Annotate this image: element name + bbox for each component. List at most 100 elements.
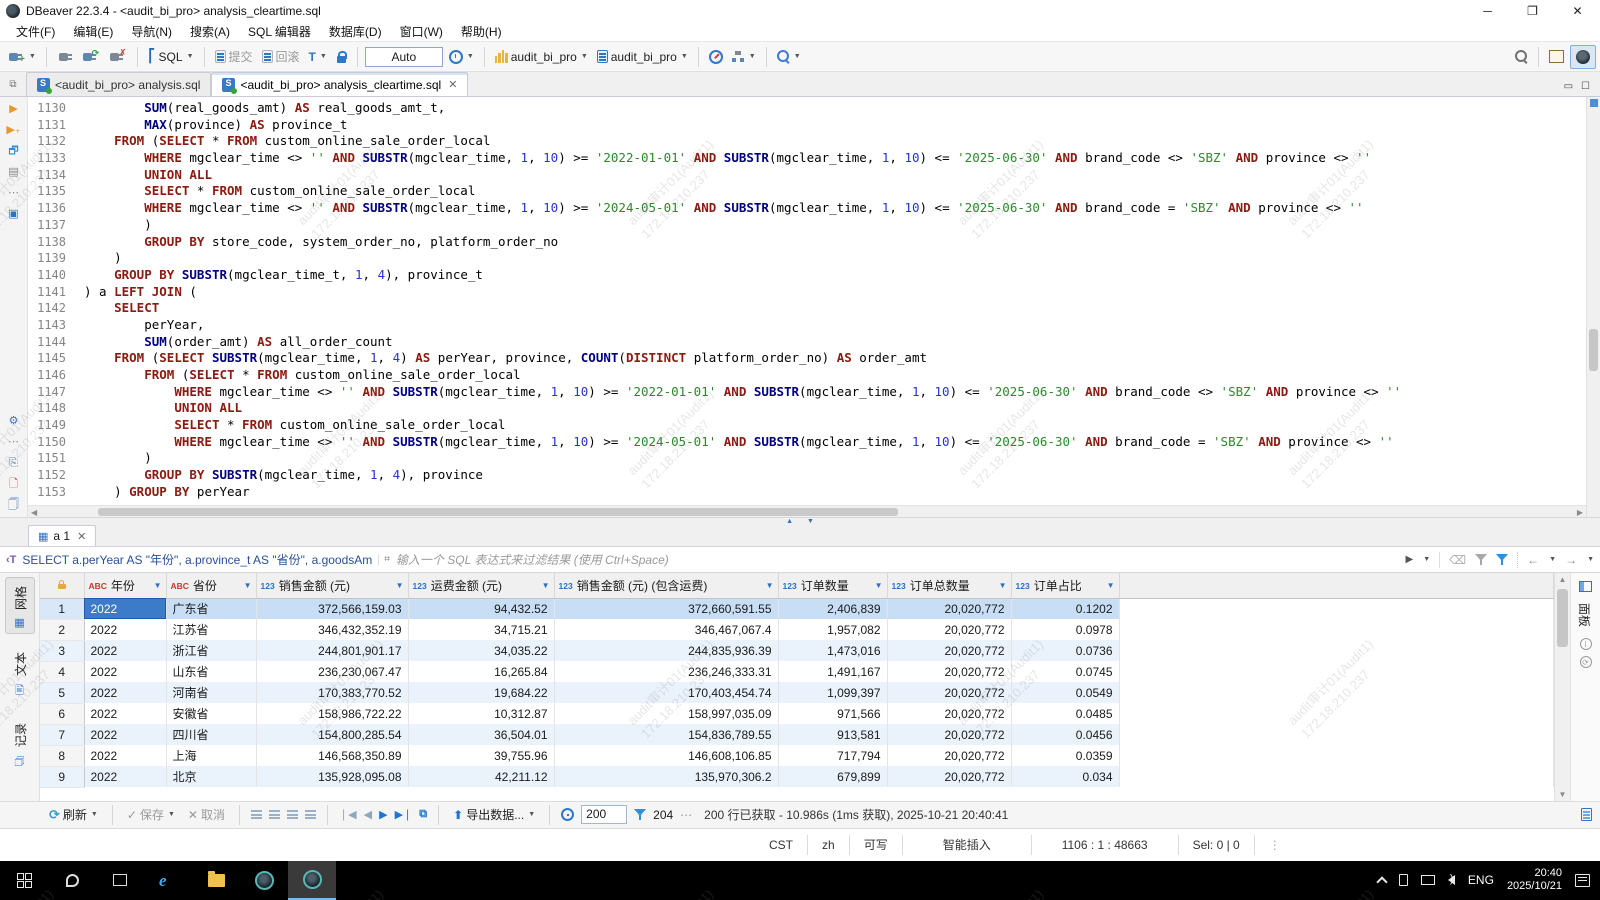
- code-line[interactable]: 1136 WHERE mgclear_time <> '' AND SUBSTR…: [28, 200, 1586, 217]
- fetch-all-button[interactable]: ⧉: [419, 808, 427, 821]
- table-cell[interactable]: 2,406,839: [778, 598, 887, 619]
- table-cell[interactable]: 0.0485: [1011, 703, 1119, 724]
- column-filter-icon[interactable]: ▼: [766, 581, 774, 590]
- column-header[interactable]: 123销售金额 (元)▼: [256, 573, 408, 598]
- table-cell[interactable]: 山东省: [166, 661, 256, 682]
- table-cell[interactable]: 0.034: [1011, 766, 1119, 787]
- duplicate-row-icon[interactable]: [269, 810, 280, 819]
- panel-tab-label[interactable]: 面板: [1568, 603, 1600, 627]
- table-cell[interactable]: 10,312.87: [408, 703, 554, 724]
- presentation-tab-grid[interactable]: 网格▦: [5, 577, 35, 634]
- data-grid[interactable]: ABC年份▼ABC省份▼123销售金额 (元)▼123运费金额 (元)▼123销…: [40, 573, 1554, 801]
- dashboard-button[interactable]: [706, 48, 726, 66]
- caret-position[interactable]: 1106 : 1 : 48663: [1031, 835, 1178, 855]
- maximize-editor-icon[interactable]: ☐: [1581, 81, 1590, 92]
- table-cell[interactable]: 170,383,770.52: [256, 682, 408, 703]
- disconnect-button[interactable]: ✗: [105, 49, 129, 65]
- add-row-icon[interactable]: [251, 810, 262, 819]
- commit-button[interactable]: 提交: [212, 46, 256, 67]
- table-cell[interactable]: 42,211.12: [408, 766, 554, 787]
- tab-analysis-cleartime-sql[interactable]: <audit_bi_pro> analysis_cleartime.sql ✕: [211, 72, 468, 96]
- table-cell[interactable]: 20,020,772: [887, 619, 1011, 640]
- connect-button[interactable]: [54, 49, 75, 65]
- table-cell[interactable]: 0.0456: [1011, 724, 1119, 745]
- results-tab-a1[interactable]: ▦ a 1 ✕: [28, 525, 96, 546]
- scroll-left-icon[interactable]: ◀: [31, 508, 37, 517]
- console-icon[interactable]: ▣: [8, 208, 18, 220]
- volume-tray-icon[interactable]: [1448, 875, 1455, 885]
- transaction-log-button[interactable]: T▼: [306, 48, 330, 66]
- table-cell[interactable]: 2022: [84, 661, 166, 682]
- table-cell[interactable]: 2022: [84, 682, 166, 703]
- value-viewer-icon[interactable]: i: [1580, 638, 1592, 650]
- code-line[interactable]: 1141) a LEFT JOIN (: [28, 284, 1586, 301]
- sql-editor-button[interactable]: ⎡SQL▼: [145, 47, 197, 66]
- table-cell[interactable]: 2022: [84, 745, 166, 766]
- apply-filter-icon[interactable]: ▶: [1406, 554, 1414, 565]
- back-icon[interactable]: ←: [1527, 553, 1539, 567]
- code-line[interactable]: 1148 UNION ALL: [28, 400, 1586, 417]
- scrollbar-thumb[interactable]: [1557, 589, 1568, 647]
- code-line[interactable]: 1130 SUM(real_goods_amt) AS real_goods_a…: [28, 100, 1586, 117]
- column-filter-icon[interactable]: ▼: [542, 581, 550, 590]
- table-cell[interactable]: 20,020,772: [887, 661, 1011, 682]
- refresh-button[interactable]: ⟳刷新▼: [46, 804, 101, 825]
- usb-tray-icon[interactable]: [1399, 874, 1408, 886]
- code-line[interactable]: 1142 SELECT: [28, 300, 1586, 317]
- minimize-button[interactable]: ─: [1465, 0, 1510, 22]
- scrollbar-thumb[interactable]: [1589, 329, 1598, 371]
- table-cell[interactable]: 20,020,772: [887, 745, 1011, 766]
- table-cell[interactable]: 2022: [84, 640, 166, 661]
- scroll-down-icon[interactable]: ▼: [1555, 790, 1570, 799]
- row-number[interactable]: 5: [40, 682, 84, 703]
- table-cell[interactable]: 913,581: [778, 724, 887, 745]
- table-cell[interactable]: 四川省: [166, 724, 256, 745]
- table-row[interactable]: 82022上海146,568,350.8939,755.96146,608,10…: [40, 745, 1554, 766]
- row-number[interactable]: 4: [40, 661, 84, 682]
- filter-settings-icon[interactable]: [1496, 554, 1508, 565]
- table-row[interactable]: 22022江苏省346,432,352.1934,715.21346,467,0…: [40, 619, 1554, 640]
- copy-results-icon[interactable]: [1581, 808, 1592, 821]
- column-filter-icon[interactable]: ▼: [999, 581, 1007, 590]
- file-error-icon[interactable]: 🗋: [9, 478, 18, 490]
- table-row[interactable]: 92022北京135,928,095.0842,211.12135,970,30…: [40, 766, 1554, 787]
- table-cell[interactable]: 北京: [166, 766, 256, 787]
- scroll-right-icon[interactable]: ▶: [1577, 508, 1583, 517]
- next-page-button[interactable]: ▶: [379, 808, 387, 821]
- table-cell[interactable]: 135,928,095.08: [256, 766, 408, 787]
- table-cell[interactable]: 江苏省: [166, 619, 256, 640]
- network-tools-button[interactable]: ▼: [729, 49, 759, 65]
- table-cell[interactable]: 浙江省: [166, 640, 256, 661]
- table-cell[interactable]: 154,836,789.55: [554, 724, 778, 745]
- table-cell[interactable]: 20,020,772: [887, 682, 1011, 703]
- export-script-icon[interactable]: ⎘: [9, 457, 18, 469]
- table-cell[interactable]: 2022: [84, 766, 166, 787]
- taskbar-dbeaver-button[interactable]: [240, 861, 288, 900]
- table-cell[interactable]: 236,230,067.47: [256, 661, 408, 682]
- table-cell[interactable]: 2022: [84, 703, 166, 724]
- table-cell[interactable]: 20,020,772: [887, 640, 1011, 661]
- task-view-button[interactable]: [96, 861, 144, 900]
- code-line[interactable]: 1138 GROUP BY store_code, system_order_n…: [28, 234, 1586, 251]
- table-cell[interactable]: 河南省: [166, 682, 256, 703]
- erase-filter-icon[interactable]: ⌫: [1449, 553, 1466, 567]
- maximize-button[interactable]: ❐: [1510, 0, 1555, 22]
- code-line[interactable]: 1131 MAX(province) AS province_t: [28, 117, 1586, 134]
- dbeaver-perspective-button[interactable]: [1570, 45, 1596, 69]
- table-cell[interactable]: 146,568,350.89: [256, 745, 408, 766]
- refresh-panel-icon[interactable]: ⟳: [1580, 656, 1592, 668]
- table-cell[interactable]: 20,020,772: [887, 598, 1011, 619]
- close-button[interactable]: ✕: [1555, 0, 1600, 22]
- code-line[interactable]: 1147 WHERE mgclear_time <> '' AND SUBSTR…: [28, 384, 1586, 401]
- table-cell[interactable]: 2022: [84, 724, 166, 745]
- table-cell[interactable]: 372,660,591.55: [554, 598, 778, 619]
- table-row[interactable]: 32022浙江省244,801,901.1734,035.22244,835,9…: [40, 640, 1554, 661]
- row-number[interactable]: 3: [40, 640, 84, 661]
- table-cell[interactable]: 19,684.22: [408, 682, 554, 703]
- editor-vertical-scrollbar[interactable]: [1586, 97, 1600, 517]
- code-line[interactable]: 1139 ): [28, 250, 1586, 267]
- taskbar-dbeaver-active-button[interactable]: [288, 861, 336, 900]
- table-cell[interactable]: 170,403,454.74: [554, 682, 778, 703]
- sash-up-icon[interactable]: ▲: [786, 519, 793, 525]
- table-cell[interactable]: 244,835,936.39: [554, 640, 778, 661]
